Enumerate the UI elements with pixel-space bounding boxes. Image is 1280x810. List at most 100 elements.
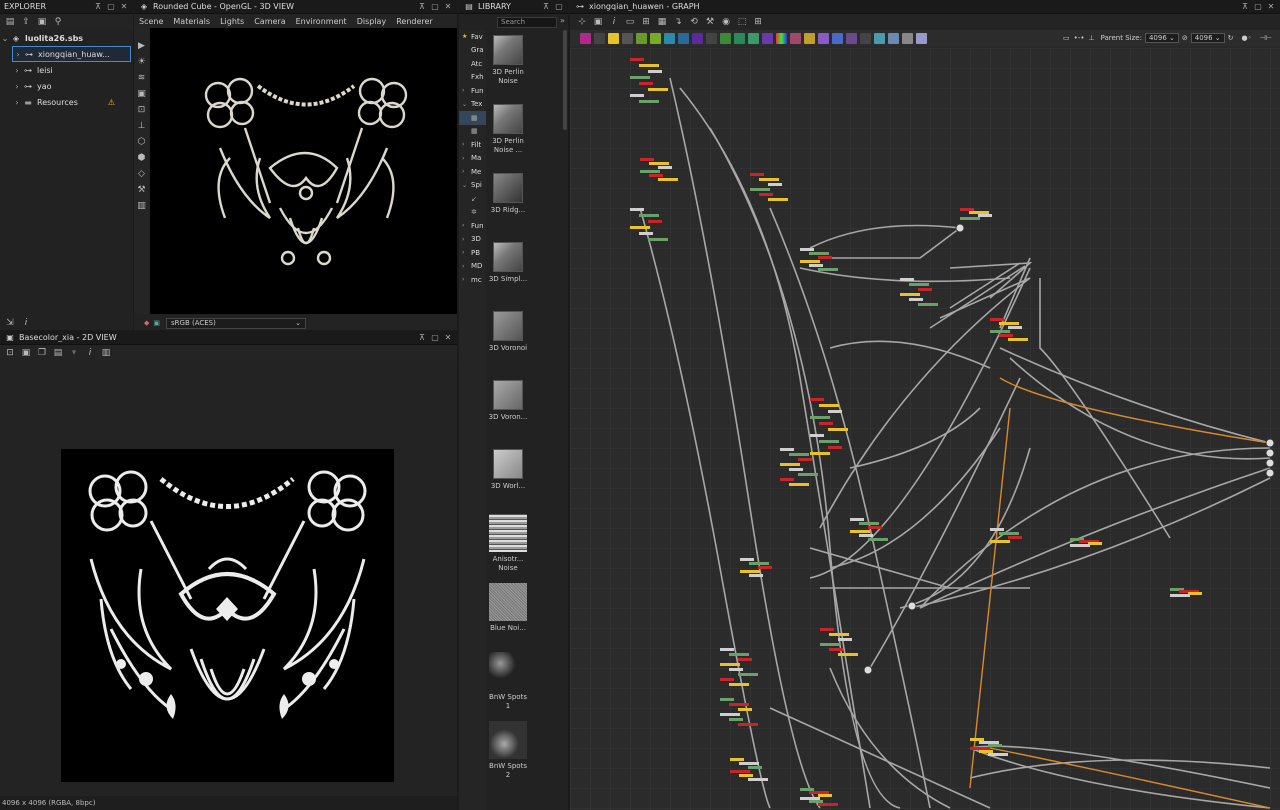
graph-node[interactable] (630, 226, 650, 229)
graph-node[interactable] (730, 770, 750, 773)
anchor-icon[interactable]: ⊥ (1088, 34, 1094, 42)
double-chevron-icon[interactable]: » (560, 16, 565, 25)
category-item[interactable]: › MD (459, 260, 486, 274)
graph-node[interactable] (729, 653, 749, 656)
library-item[interactable]: 3D Perlin Noise ... (487, 99, 529, 168)
graph-node[interactable] (868, 538, 888, 541)
layers-icon[interactable]: ◆ (144, 319, 149, 327)
settings-icon[interactable]: ▤ (52, 347, 64, 359)
graph-node[interactable] (648, 220, 662, 223)
graph-node[interactable] (738, 708, 752, 711)
graph-node[interactable] (1008, 326, 1022, 329)
chevron-right-icon[interactable]: › (12, 82, 22, 91)
graph-node[interactable] (639, 100, 659, 103)
graph-node[interactable] (829, 633, 849, 636)
graph-node[interactable] (780, 478, 794, 481)
stats-icon[interactable]: ▥ (137, 201, 146, 211)
graph-node[interactable] (838, 653, 858, 656)
category-item[interactable]: ✲ (459, 206, 486, 220)
category-item[interactable]: ⌄ Tex (459, 98, 486, 112)
graph-node[interactable] (630, 208, 644, 211)
info-icon[interactable]: i (20, 317, 32, 329)
graph-node[interactable] (820, 643, 840, 646)
menu-materials[interactable]: Materials (173, 17, 210, 26)
graph-node[interactable] (809, 791, 829, 794)
maximize-icon[interactable]: ▢ (106, 2, 116, 11)
parent-size-select[interactable]: 4096 ⌄ (1144, 33, 1179, 43)
category-item[interactable]: › Fun (459, 219, 486, 233)
graph-node[interactable] (969, 211, 989, 214)
node-text-icon[interactable] (818, 32, 829, 44)
graph-node[interactable] (720, 713, 740, 716)
graph-node[interactable] (738, 723, 758, 726)
graph-node[interactable] (828, 428, 848, 431)
category-item[interactable]: Fxh (459, 71, 486, 85)
library-item[interactable]: Blue Noi... (487, 582, 529, 651)
node-transform-icon[interactable] (706, 32, 717, 44)
node-color-icon[interactable] (608, 32, 619, 44)
graph-node[interactable] (810, 434, 824, 437)
graph-node[interactable] (729, 703, 749, 706)
graph-node[interactable] (850, 530, 870, 533)
graph-node[interactable] (809, 800, 823, 803)
graph-node[interactable] (859, 534, 873, 537)
graph-node[interactable] (730, 758, 744, 761)
histogram-icon[interactable]: ▥ (100, 347, 112, 359)
graph-node[interactable] (1008, 338, 1028, 341)
graph-node[interactable] (658, 166, 672, 169)
tree-item-leisi[interactable]: › ⊶ leisi (0, 62, 133, 78)
library-scrollbar[interactable] (563, 30, 567, 130)
save-icon[interactable]: ▣ (36, 16, 48, 28)
graph-node[interactable] (648, 70, 662, 73)
category-item[interactable]: › Ma (459, 152, 486, 166)
node-bitmap-icon[interactable] (580, 32, 591, 44)
graph-node[interactable] (759, 178, 779, 181)
link-size-icon[interactable]: ⊘ (1182, 34, 1188, 42)
library-item[interactable]: 3D Simpl... (487, 237, 529, 306)
node-tile-icon[interactable] (692, 32, 703, 44)
graph-node[interactable] (918, 303, 938, 306)
category-item[interactable]: ★ Fav (459, 30, 486, 44)
graph-node[interactable] (800, 797, 820, 800)
library-item[interactable]: 3D Voronoi (487, 306, 529, 375)
node-fxmap-icon[interactable] (846, 32, 857, 44)
graph-node[interactable] (800, 248, 814, 251)
library-item[interactable]: 3D Worl... (487, 444, 529, 513)
graph-node[interactable] (729, 668, 743, 671)
category-item[interactable]: › Filt (459, 138, 486, 152)
graph-node[interactable] (738, 673, 758, 676)
node-pixel-icon[interactable] (832, 32, 843, 44)
graph-node[interactable] (630, 58, 644, 61)
graph-node[interactable] (749, 562, 769, 565)
menu-renderer[interactable]: Renderer (396, 17, 433, 26)
menu-scene[interactable]: Scene (139, 17, 163, 26)
layout-icon[interactable]: ▦ (656, 16, 668, 28)
graph-node[interactable] (780, 463, 800, 466)
node-hsl-icon[interactable] (664, 32, 675, 44)
graph-node[interactable] (970, 738, 984, 741)
category-item[interactable]: › mc (459, 273, 486, 287)
environment-icon[interactable]: ≋ (138, 73, 146, 83)
graph-node[interactable] (759, 193, 773, 196)
node-emboss-icon[interactable] (762, 32, 773, 44)
node-frame-icon[interactable] (916, 32, 927, 44)
graph-node[interactable] (740, 570, 760, 573)
chevron-right-icon[interactable]: › (13, 50, 23, 59)
graph-node[interactable] (1008, 536, 1022, 539)
graph-node[interactable] (798, 458, 812, 461)
tree-item-resources[interactable]: › ▬ Resources ⚠ (0, 94, 133, 110)
graph-node[interactable] (1070, 544, 1090, 547)
graph-node[interactable] (900, 293, 920, 296)
tree-item-xiongqian[interactable]: › ⊶ xiongqian_huaw... (12, 46, 131, 62)
graph-node[interactable] (630, 94, 644, 97)
node-input-icon[interactable] (874, 32, 885, 44)
node-curve-icon[interactable] (678, 32, 689, 44)
graph-node[interactable] (988, 753, 1008, 756)
pin-icon[interactable]: ⊼ (1240, 2, 1250, 11)
graph-node[interactable] (909, 283, 929, 286)
graph-node[interactable] (648, 88, 668, 91)
maximize-icon[interactable]: ▢ (554, 2, 564, 11)
graph-node[interactable] (978, 214, 992, 217)
graph-node[interactable] (828, 446, 842, 449)
graph-node[interactable] (829, 648, 843, 651)
